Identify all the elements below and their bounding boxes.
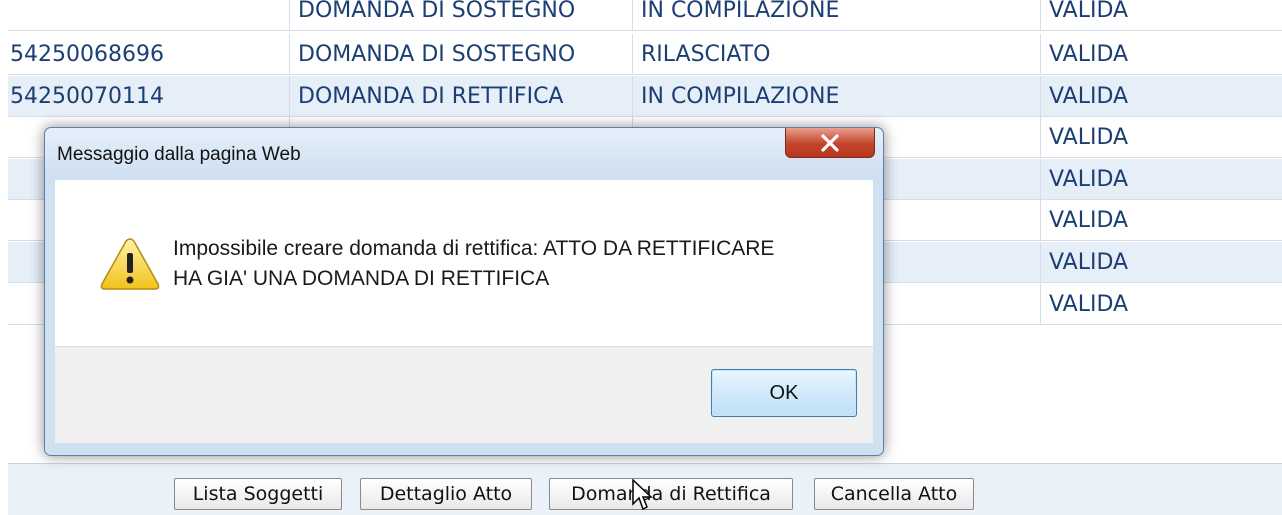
dialog-message-line: Impossibile creare domanda di rettifica:…: [173, 237, 775, 260]
close-button[interactable]: [785, 128, 875, 158]
dialog-title: Messaggio dalla pagina Web: [57, 144, 301, 165]
cell-validita: VALIDA: [1049, 124, 1129, 150]
dettaglio-atto-button[interactable]: Dettaglio Atto: [360, 478, 532, 510]
table-row[interactable]: 54250070114 DOMANDA DI RETTIFICA IN COMP…: [8, 76, 1282, 117]
dialog-footer: OK: [55, 346, 873, 443]
cell-id: 54250070114: [8, 76, 290, 116]
lista-soggetti-button[interactable]: Lista Soggetti: [174, 478, 342, 510]
dialog-message-line: HA GIA' UNA DOMANDA DI RETTIFICA: [173, 267, 550, 290]
table-row[interactable]: 54250068696 DOMANDA DI SOSTEGNO RILASCIA…: [8, 34, 1282, 75]
cell-validita: VALIDA: [1049, 207, 1129, 233]
cell-validita: VALIDA: [1049, 291, 1129, 317]
ok-button[interactable]: OK: [711, 369, 857, 417]
dialog-titlebar[interactable]: Messaggio dalla pagina Web: [45, 128, 883, 180]
message-dialog: Messaggio dalla pagina Web Impossibile c…: [44, 127, 884, 456]
cell-stato: IN COMPILAZIONE: [633, 76, 1041, 116]
cell-stato: IN COMPILAZIONE: [633, 0, 1041, 30]
cell-tipo: DOMANDA DI RETTIFICA: [290, 76, 633, 116]
domanda-rettifica-button[interactable]: Domanda di Rettifica: [549, 478, 793, 510]
cell-validita: VALIDA: [1049, 83, 1129, 109]
cell-tipo: DOMANDA DI SOSTEGNO: [290, 0, 633, 30]
cancella-atto-button[interactable]: Cancella Atto: [814, 478, 974, 510]
close-icon: [821, 133, 839, 152]
cell-validita: VALIDA: [1049, 166, 1129, 192]
cell-id: [8, 0, 290, 30]
cell-stato: RILASCIATO: [633, 34, 1041, 74]
warning-icon: [100, 238, 160, 290]
cell-tipo: DOMANDA DI SOSTEGNO: [290, 34, 633, 74]
dialog-message: Impossibile creare domanda di rettifica:…: [173, 234, 774, 294]
cell-validita: VALIDA: [1049, 249, 1129, 275]
cell-validita: VALIDA: [1049, 41, 1129, 67]
dialog-content: Impossibile creare domanda di rettifica:…: [55, 180, 873, 346]
cell-validita: VALIDA: [1049, 0, 1129, 23]
cell-id: 54250068696: [8, 34, 290, 74]
table-row[interactable]: DOMANDA DI SOSTEGNO IN COMPILAZIONE VALI…: [8, 0, 1282, 31]
mouse-cursor-icon: [632, 479, 653, 511]
